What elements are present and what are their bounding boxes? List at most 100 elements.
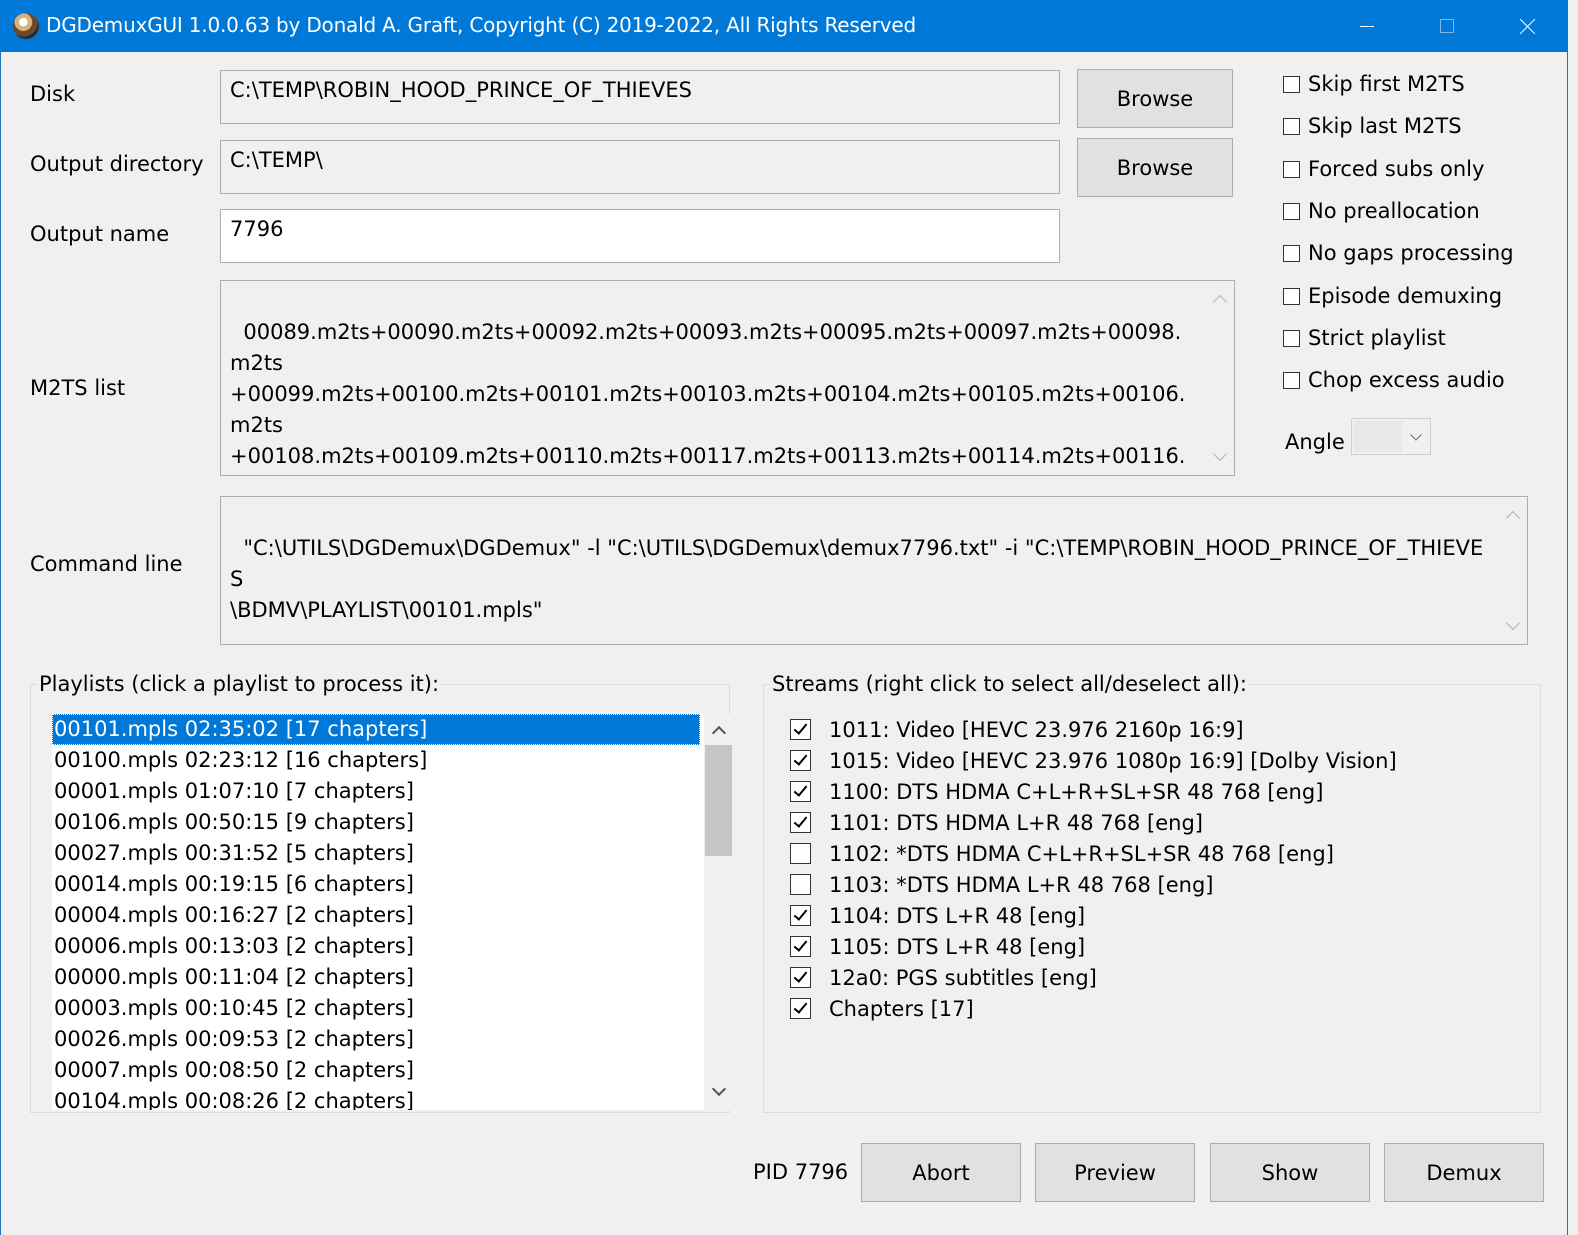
checkbox[interactable] (1283, 75, 1300, 93)
stream-checkbox[interactable] (790, 998, 811, 1019)
demux-button[interactable]: Demux (1384, 1143, 1544, 1202)
checkbox[interactable] (1283, 117, 1300, 135)
stream-checkbox[interactable] (790, 874, 811, 895)
scroll-down-icon[interactable] (1505, 615, 1521, 631)
stream-label: 1103: *DTS HDMA L+R 48 768 [eng] (829, 872, 1214, 897)
playlist-item[interactable]: 00100.mpls 02:23:12 [16 chapters] (52, 745, 700, 776)
stream-checkbox[interactable] (790, 750, 811, 771)
disk-field[interactable]: C:\TEMP\ROBIN_HOOD_PRINCE_OF_THIEVES (220, 70, 1060, 124)
stream-label: 12a0: PGS subtitles [eng] (829, 965, 1097, 990)
playlist-item[interactable]: 00004.mpls 00:16:27 [2 chapters] (52, 900, 700, 931)
option-skip-last-m2ts[interactable]: Skip last M2TS (1283, 114, 1462, 138)
playlist-item[interactable]: 00003.mpls 00:10:45 [2 chapters] (52, 993, 700, 1024)
command-line-textbox[interactable]: "C:\UTILS\DGDemux\DGDemux" -l "C:\UTILS\… (220, 496, 1528, 645)
option-strict-playlist[interactable]: Strict playlist (1283, 326, 1446, 350)
stream-checkbox[interactable] (790, 936, 811, 957)
stream-checkbox[interactable] (790, 719, 811, 740)
scroll-up-icon[interactable] (1505, 510, 1521, 526)
option-label: Strict playlist (1308, 326, 1446, 350)
option-no-gaps-processing[interactable]: No gaps processing (1283, 241, 1514, 265)
output-name-input[interactable]: 7796 (220, 209, 1060, 263)
scroll-down-icon[interactable] (711, 1081, 727, 1097)
stream-item[interactable]: 12a0: PGS subtitles [eng] (790, 962, 1397, 993)
stream-item[interactable]: 1104: DTS L+R 48 [eng] (790, 900, 1397, 931)
stream-checkbox[interactable] (790, 843, 811, 864)
stream-item[interactable]: 1100: DTS HDMA C+L+R+SL+SR 48 768 [eng] (790, 776, 1397, 807)
stream-checkbox[interactable] (790, 905, 811, 926)
option-label: Episode demuxing (1308, 284, 1503, 308)
playlist-item[interactable]: 00000.mpls 00:11:04 [2 chapters] (52, 962, 700, 993)
stream-checkbox[interactable] (790, 781, 811, 802)
scroll-up-icon[interactable] (1212, 294, 1228, 310)
output-directory-browse-button[interactable]: Browse (1077, 138, 1233, 197)
pid-label: PID 7796 (753, 1160, 849, 1184)
stream-checkbox[interactable] (790, 967, 811, 988)
app-logo-icon (13, 13, 39, 39)
stream-item[interactable]: 1105: DTS L+R 48 [eng] (790, 931, 1397, 962)
minimize-button[interactable] (1326, 0, 1406, 52)
option-label: No preallocation (1308, 199, 1480, 223)
stream-label: 1104: DTS L+R 48 [eng] (829, 903, 1086, 928)
preview-button[interactable]: Preview (1035, 1143, 1195, 1202)
stream-item[interactable]: 1102: *DTS HDMA C+L+R+SL+SR 48 768 [eng] (790, 838, 1397, 869)
scrollbar-thumb[interactable] (705, 745, 732, 856)
option-label: Skip first M2TS (1308, 72, 1465, 96)
command-line-text: "C:\UTILS\DGDemux\DGDemux" -l "C:\UTILS\… (230, 536, 1484, 622)
stream-item[interactable]: 1101: DTS HDMA L+R 48 768 [eng] (790, 807, 1397, 838)
option-label: Forced subs only (1308, 157, 1485, 181)
playlists-listbox[interactable]: 00101.mpls 02:35:02 [17 chapters] 00100.m… (52, 714, 732, 1110)
option-skip-first-m2ts[interactable]: Skip first M2TS (1283, 72, 1465, 96)
angle-dropdown[interactable] (1351, 418, 1431, 455)
playlists-scrollbar[interactable] (704, 714, 732, 1110)
playlist-item[interactable]: 00014.mpls 00:19:15 [6 chapters] (52, 869, 700, 900)
playlist-item[interactable]: 00006.mpls 00:13:03 [2 chapters] (52, 931, 700, 962)
show-button[interactable]: Show (1210, 1143, 1370, 1202)
playlist-item[interactable]: 00027.mpls 00:31:52 [5 chapters] (52, 838, 700, 869)
option-forced-subs-only[interactable]: Forced subs only (1283, 157, 1484, 181)
checkbox[interactable] (1283, 371, 1300, 389)
chevron-down-icon[interactable] (1410, 429, 1422, 441)
m2ts-list-label: M2TS list (30, 376, 126, 400)
playlist-item[interactable]: 00101.mpls 02:35:02 [17 chapters] (52, 714, 700, 745)
stream-label: Chapters [17] (829, 996, 974, 1021)
option-no-preallocation[interactable]: No preallocation (1283, 199, 1480, 223)
stream-item[interactable]: 1015: Video [HEVC 23.976 1080p 16:9] [Do… (790, 745, 1397, 776)
option-episode-demuxing[interactable]: Episode demuxing (1283, 284, 1502, 308)
m2ts-list-scrollbar[interactable] (1206, 281, 1234, 475)
option-label: No gaps processing (1308, 241, 1514, 265)
scroll-up-icon[interactable] (711, 725, 727, 741)
checkbox[interactable] (1283, 329, 1300, 347)
playlist-item[interactable]: 00104.mpls 00:08:26 [2 chapters] (52, 1086, 700, 1110)
disk-browse-button[interactable]: Browse (1077, 69, 1233, 128)
stream-checkbox[interactable] (790, 812, 811, 833)
scroll-down-icon[interactable] (1212, 446, 1228, 462)
playlist-item[interactable]: 00007.mpls 00:08:50 [2 chapters] (52, 1055, 700, 1086)
title-bar: DGDemuxGUI 1.0.0.63 by Donald A. Graft, … (0, 0, 1568, 52)
window-title: DGDemuxGUI 1.0.0.63 by Donald A. Graft, … (46, 13, 916, 37)
stream-label: 1105: DTS L+R 48 [eng] (829, 934, 1086, 959)
checkbox[interactable] (1283, 202, 1300, 220)
output-name-label: Output name (30, 222, 170, 246)
output-directory-label: Output directory (30, 152, 204, 176)
stream-item[interactable]: 1103: *DTS HDMA L+R 48 768 [eng] (790, 869, 1397, 900)
checkbox[interactable] (1283, 287, 1300, 305)
maximize-button[interactable] (1406, 0, 1486, 52)
stream-item[interactable]: Chapters [17] (790, 993, 1397, 1024)
option-chop-excess-audio[interactable]: Chop excess audio (1283, 368, 1505, 392)
stream-item[interactable]: 1011: Video [HEVC 23.976 2160p 16:9] (790, 714, 1397, 745)
m2ts-list-textbox[interactable]: 00089.m2ts+00090.m2ts+00092.m2ts+00093.m… (220, 280, 1235, 476)
checkbox[interactable] (1283, 244, 1300, 262)
output-directory-field[interactable]: C:\TEMP\ (220, 140, 1060, 194)
abort-button[interactable]: Abort (861, 1143, 1021, 1202)
playlist-item[interactable]: 00106.mpls 00:50:15 [9 chapters] (52, 807, 700, 838)
command-line-scrollbar[interactable] (1499, 497, 1527, 644)
streams-title: Streams (right click to select all/desel… (770, 672, 1249, 696)
checkbox[interactable] (1283, 160, 1300, 178)
playlist-item[interactable]: 00001.mpls 01:07:10 [7 chapters] (52, 776, 700, 807)
m2ts-list-text: 00089.m2ts+00090.m2ts+00092.m2ts+00093.m… (230, 320, 1186, 468)
disk-label: Disk (30, 82, 76, 106)
stream-label: 1100: DTS HDMA C+L+R+SL+SR 48 768 [eng] (829, 779, 1324, 804)
streams-list: 1011: Video [HEVC 23.976 2160p 16:9] 1015… (790, 714, 1397, 1024)
playlist-item[interactable]: 00026.mpls 00:09:53 [2 chapters] (52, 1024, 700, 1055)
close-button[interactable] (1487, 0, 1567, 52)
